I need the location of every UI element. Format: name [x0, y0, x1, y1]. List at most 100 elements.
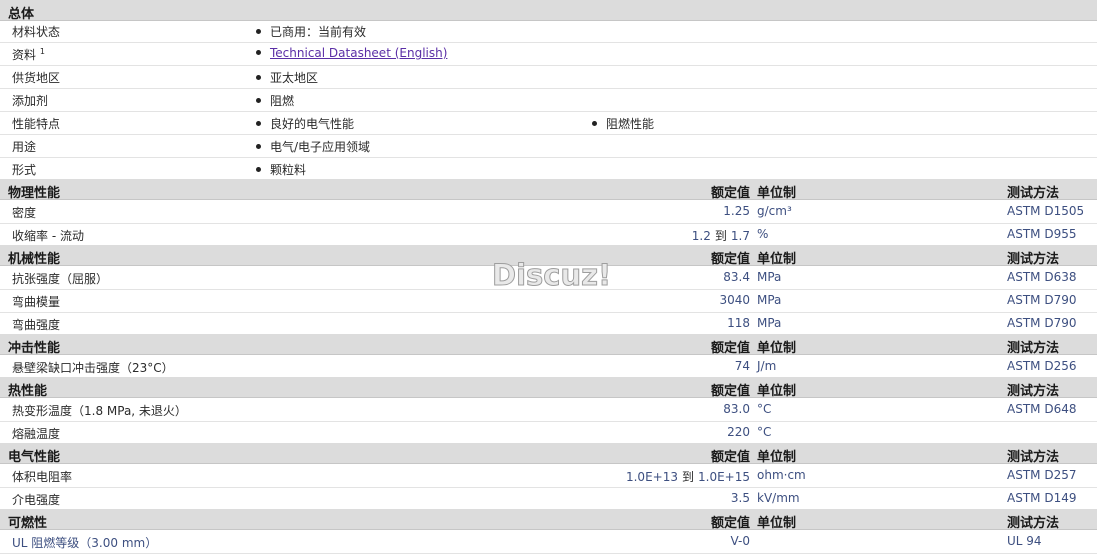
section-title: 可燃性	[8, 516, 48, 531]
header-value: 额定值	[710, 252, 750, 267]
general-row-region: 供货地区 亚太地区	[0, 65, 1097, 89]
property-row: 密度 1.25 g/cm³ ASTM D1505	[0, 200, 1097, 224]
bullet-icon	[256, 75, 261, 80]
row-test: ASTM D256	[1007, 359, 1077, 373]
section-title: 机械性能	[8, 252, 61, 267]
row-unit: MPa	[757, 270, 782, 284]
row-label: 热变形温度（1.8 MPa, 未退火）	[12, 404, 187, 418]
bullet-icon	[256, 121, 261, 126]
row-label: 供货地区	[12, 71, 61, 85]
row-value-range: 1.0E+13 到 1.0E+15	[625, 470, 750, 484]
row-value-range: 1.2 到 1.7	[691, 229, 750, 243]
row-value: 74	[734, 359, 750, 373]
bullet-icon	[256, 29, 261, 34]
row-value: 1.25	[723, 204, 750, 218]
property-row: UL 阻燃等级（3.00 mm） V-0 UL 94	[0, 530, 1097, 554]
property-row: 弯曲强度 118 MPa ASTM D790	[0, 312, 1097, 336]
row-test: ASTM D149	[1007, 491, 1077, 505]
bullet-icon	[256, 167, 261, 172]
bullet-icon	[592, 121, 597, 126]
row-test: ASTM D638	[1007, 270, 1077, 284]
header-test: 测试方法	[1007, 186, 1060, 201]
header-value: 额定值	[710, 186, 750, 201]
bullet-icon	[256, 144, 261, 149]
row-test: UL 94	[1007, 534, 1042, 548]
row-label: 密度	[12, 206, 37, 220]
footnote-marker: 1	[39, 47, 45, 56]
general-row-usage: 用途 电气/电子应用领域	[0, 134, 1097, 158]
bullet-icon	[256, 50, 261, 55]
header-unit: 单位制	[757, 450, 797, 465]
row-value: 3040	[719, 293, 750, 307]
section-title: 热性能	[8, 384, 48, 399]
row-unit: kV/mm	[757, 491, 800, 505]
row-unit: ohm·cm	[757, 468, 806, 482]
bullet-item: 亚太地区	[256, 69, 318, 86]
row-value: V-0	[730, 534, 750, 548]
row-label: 性能特点	[12, 117, 61, 131]
header-value: 额定值	[710, 341, 750, 356]
row-label: 收缩率 - 流动	[12, 229, 84, 243]
row-test: ASTM D790	[1007, 293, 1077, 307]
header-test: 测试方法	[1007, 341, 1060, 356]
section-electrical: 电气性能 额定值 单位制 测试方法	[0, 443, 1097, 465]
property-row: 热变形温度（1.8 MPa, 未退火） 83.0 °C ASTM D648	[0, 398, 1097, 422]
row-test: ASTM D257	[1007, 468, 1077, 482]
header-unit: 单位制	[757, 186, 797, 201]
row-label: 熔融温度	[12, 427, 61, 441]
bullet-item: 电气/电子应用领域	[256, 138, 370, 155]
header-value: 额定值	[710, 516, 750, 531]
row-label: 资料 1	[12, 47, 45, 62]
bullet-item: 阻燃	[256, 92, 294, 109]
header-unit: 单位制	[757, 252, 797, 267]
row-label: 介电强度	[12, 493, 61, 507]
row-label: 材料状态	[12, 25, 61, 39]
row-test: ASTM D648	[1007, 402, 1077, 416]
bullet-item: 良好的电气性能	[256, 115, 354, 132]
section-title: 物理性能	[8, 186, 61, 201]
row-value: 118	[727, 316, 750, 330]
property-row: 收缩率 - 流动 1.2 到 1.7 % ASTM D955	[0, 223, 1097, 247]
row-value: 83.4	[723, 270, 750, 284]
section-general: 总体	[0, 0, 1097, 22]
row-label: 添加剂	[12, 94, 49, 108]
general-row-status: 材料状态 已商用：当前有效	[0, 19, 1097, 43]
datasheet-link[interactable]: Technical Datasheet (English)	[270, 46, 447, 60]
row-unit: °C	[757, 402, 772, 416]
bullet-icon	[256, 98, 261, 103]
row-label: 弯曲模量	[12, 295, 61, 309]
header-test: 测试方法	[1007, 252, 1060, 267]
row-unit: °C	[757, 425, 772, 439]
row-label: 体积电阻率	[12, 470, 73, 484]
row-value: 3.5	[730, 491, 750, 505]
row-label: 悬壁梁缺口冲击强度（23°C）	[12, 361, 174, 375]
section-title: 电气性能	[8, 450, 61, 465]
row-label: 用途	[12, 140, 37, 154]
row-value: 220	[727, 425, 750, 439]
section-title: 冲击性能	[8, 341, 61, 356]
general-row-form: 形式 颗粒料	[0, 157, 1097, 181]
header-value: 额定值	[710, 384, 750, 399]
row-unit: J/m	[757, 359, 777, 373]
row-unit: MPa	[757, 293, 782, 307]
property-row: 熔融温度 220 °C	[0, 421, 1097, 445]
watermark: Discuz!	[491, 258, 612, 293]
general-row-docs: 资料 1 Technical Datasheet (English)	[0, 42, 1097, 66]
header-test: 测试方法	[1007, 384, 1060, 399]
row-test: ASTM D790	[1007, 316, 1077, 330]
bullet-item: 阻燃性能	[592, 115, 654, 132]
row-unit: g/cm³	[757, 204, 792, 218]
bullet-item: 已商用：当前有效	[256, 23, 366, 40]
general-row-features: 性能特点 良好的电气性能 阻燃性能	[0, 111, 1097, 135]
property-row: 体积电阻率 1.0E+13 到 1.0E+15 ohm·cm ASTM D257	[0, 464, 1097, 488]
header-unit: 单位制	[757, 384, 797, 399]
row-label: 弯曲强度	[12, 318, 61, 332]
row-label: UL 阻燃等级（3.00 mm）	[12, 536, 158, 550]
row-label: 抗张强度（屈服）	[12, 272, 109, 286]
general-row-additive: 添加剂 阻燃	[0, 88, 1097, 112]
header-value: 额定值	[710, 450, 750, 465]
row-unit: %	[757, 227, 769, 241]
header-test: 测试方法	[1007, 516, 1060, 531]
bullet-item: 颗粒料	[256, 161, 306, 178]
section-physical: 物理性能 额定值 单位制 测试方法	[0, 179, 1097, 201]
